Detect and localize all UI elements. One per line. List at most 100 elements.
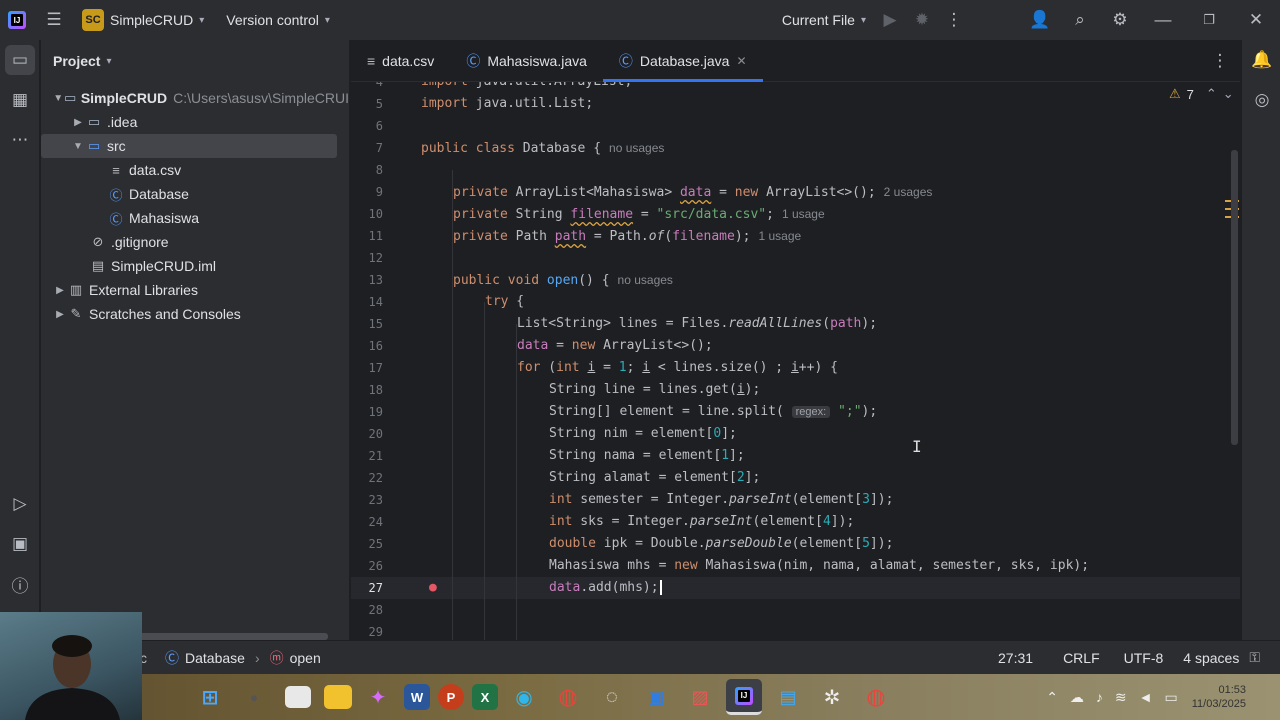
file-encoding[interactable]: UTF-8 [1124,650,1164,666]
chevron-down-icon[interactable]: ⌄ [1223,86,1234,102]
weather-icon[interactable]: ☁ [1070,689,1084,706]
word-icon[interactable]: W [404,684,430,710]
copilot-icon[interactable]: ✦ [360,679,396,715]
chevron-right-icon[interactable]: ▶ [53,309,67,320]
chatgpt-icon[interactable]: ✲ [814,679,850,715]
code-line: List<String> lines = Files.readAllLines(… [517,316,878,331]
tree-item-mahasiswa[interactable]: Ⓒ Mahasiswa [41,206,349,230]
battery-icon[interactable]: ▭ [1165,689,1178,706]
clock[interactable]: 01:53 11/03/2025 [1192,683,1246,711]
breadcrumb-class[interactable]: Database [185,650,245,666]
chevron-down-icon: ▾ [860,14,866,26]
tree-item-scratches[interactable]: ▶ ✎ Scratches and Consoles [41,302,349,326]
main-menu-icon[interactable]: ☰ [34,0,74,40]
project-panel-header[interactable]: Project ▾ [41,40,349,82]
volume-icon[interactable]: ◄ [1139,689,1153,706]
services-icon[interactable]: ▷ [0,484,40,524]
run-icon[interactable]: ▶ [874,0,906,40]
chrome-profile-icon[interactable]: ◍ [858,679,894,715]
clock-time: 01:53 [1218,684,1246,696]
minimize-icon[interactable]: — [1140,0,1186,40]
settings-gear-icon[interactable]: ⚙ [1100,0,1140,40]
chevron-right-icon[interactable]: ▶ [71,117,85,128]
person-silhouette [25,635,120,720]
run-config-selector[interactable]: Current File ▾ [774,0,874,40]
indent-guide [484,302,485,640]
tree-item-data-csv[interactable]: ≡ data.csv [41,158,349,182]
tree-root[interactable]: ▼ ▭ SimpleCRUD C:\Users\asusv\SimpleCRUI [41,86,349,110]
line-number: 22 [368,471,383,485]
tab-actions-icon[interactable]: ⋮ [1200,41,1240,81]
tree-item-iml[interactable]: ▤ SimpleCRUD.iml [41,254,349,278]
tree-item-database[interactable]: Ⓒ Database [41,182,349,206]
tree-root-path: C:\Users\asusv\SimpleCRUI [173,90,349,106]
line-number: 15 [368,317,383,331]
tray-expand-icon[interactable]: ⌃ [1046,689,1058,706]
tab-data-csv[interactable]: ≡ data.csv [351,40,450,82]
code-line: Mahasiswa mhs = new Mahasiswa(nim, nama,… [549,558,1090,573]
powerpoint-icon[interactable]: P [438,684,464,710]
notepad-icon[interactable]: ▤ [770,679,806,715]
chrome-icon[interactable]: ◍ [550,679,586,715]
file-explorer-icon[interactable] [324,685,352,709]
chevron-right-icon: › [254,649,260,666]
line-number: 17 [368,361,383,375]
code-line: String[] element = line.split( regex: ";… [549,404,878,419]
indent-setting[interactable]: 4 spaces [1183,650,1239,666]
vertical-scrollbar[interactable] [1231,150,1238,445]
chevron-down-icon[interactable]: ▼ [53,93,63,104]
photos-icon[interactable]: ▨ [682,679,718,715]
folder-icon: ▭ [63,90,77,105]
windows-start-icon[interactable]: ⊞ [192,679,228,715]
edge-icon[interactable]: ◉ [506,679,542,715]
error-bulb-icon[interactable]: ● [429,580,437,595]
code-line: public class Database {no usages [421,141,665,156]
project-switcher[interactable]: SC SimpleCRUD ▾ [74,0,212,40]
system-tray[interactable]: ⌃ ☁ ♪ ≋ ◄ ▭ [1046,689,1178,706]
mic-icon[interactable]: ♪ [1096,689,1103,706]
tab-mahasiswa-java[interactable]: Ⓒ Mahasiswa.java [450,40,603,82]
maximize-icon[interactable]: ❐ [1186,0,1232,40]
wifi-icon[interactable]: ≋ [1115,689,1127,706]
search-icon[interactable]: ● [236,679,272,715]
chevron-up-icon[interactable]: ⌃ [1206,86,1217,102]
close-tab-icon[interactable]: ✕ [736,54,746,68]
intellij-taskbar-icon[interactable]: IJ [726,679,762,715]
tree-item-gitignore[interactable]: ⊘ .gitignore [41,230,349,254]
line-separator[interactable]: CRLF [1063,650,1100,666]
tree-item-src[interactable]: ▼ ▭ src [41,134,337,158]
task-view-icon[interactable] [285,686,311,708]
excel-icon[interactable]: X [472,684,498,710]
breadcrumb[interactable]: Ⓒ Database › ⓜ open [165,648,321,668]
readonly-lock-icon[interactable]: ⚿ [1249,649,1260,666]
problems-icon[interactable]: ⓘ [0,564,40,604]
chevron-right-icon[interactable]: ▶ [53,285,67,296]
add-user-icon[interactable]: 👤 [1020,0,1060,40]
terminal-icon[interactable]: ▣ [0,524,40,564]
tree-item-label: Mahasiswa [129,210,200,226]
ai-assistant-icon[interactable]: ◎ [1242,80,1280,120]
more-tools-icon[interactable]: ⋯ [0,120,40,160]
module-file-icon: ▤ [91,258,105,273]
chevron-down-icon[interactable]: ▼ [71,141,85,152]
notifications-bell-icon[interactable]: 🔔 [1242,40,1280,80]
code-editor[interactable]: 4 5 6 7 8 9 10 11 12 13 14 15 16 17 18 19 20 21 22 23 24 25 26… [351,82,1240,640]
tab-database-java[interactable]: Ⓒ Database.java ✕ [602,39,763,82]
whatsapp-icon[interactable]: ◌ [594,679,630,715]
store-icon[interactable]: ▣ [638,679,674,715]
more-icon[interactable]: ⋮ [938,0,970,40]
vcs-menu[interactable]: Version control ▾ [218,0,338,40]
tree-item-idea[interactable]: ▶ ▭ .idea [41,110,349,134]
close-icon[interactable]: ✕ [1232,0,1280,40]
caret-position[interactable]: 27:31 [998,650,1033,666]
structure-icon[interactable]: ▦ [0,80,40,120]
line-number: 10 [368,207,383,221]
tree-item-external-libraries[interactable]: ▶ ▥ External Libraries [41,278,349,302]
project-folder-icon[interactable]: ▭ [5,45,35,75]
breadcrumb-method[interactable]: open [290,650,321,666]
app-logo[interactable]: IJ [0,0,34,40]
tab-label: Mahasiswa.java [487,52,587,69]
inspection-widget[interactable]: ⚠ 7 ⌃ ⌄ [1169,86,1234,102]
search-icon[interactable]: ⌕ [1060,0,1100,40]
debug-icon[interactable]: ✹ [906,0,938,40]
